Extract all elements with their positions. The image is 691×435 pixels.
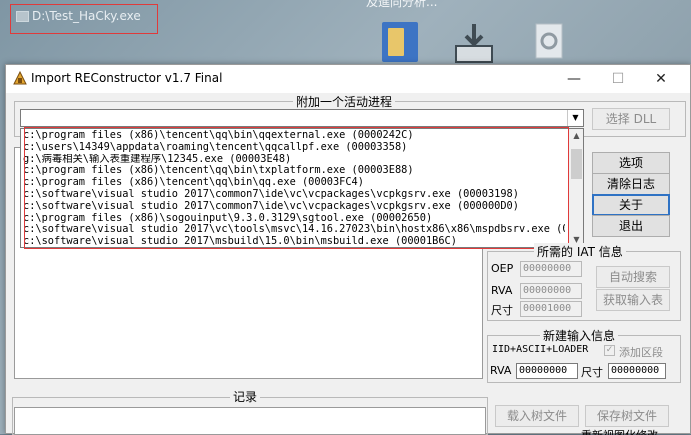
auto-search-button[interactable]: 自动搜索	[596, 266, 670, 288]
title-bar[interactable]: Import REConstructor v1.7 Final — ☐ ✕	[6, 65, 690, 93]
process-list-scrollbar[interactable]: ▲ ▼	[568, 129, 583, 247]
folder-icon[interactable]	[382, 22, 418, 62]
scroll-up-icon[interactable]: ▲	[569, 129, 583, 143]
add-section-checkbox[interactable]: ✓	[604, 345, 615, 356]
highlight-box-process-list	[24, 127, 569, 249]
import-mode-label: IID+ASCII+LOADER	[492, 344, 589, 355]
chevron-down-icon[interactable]: ▼	[567, 110, 583, 126]
close-button[interactable]: ✕	[639, 65, 683, 93]
maximize-button[interactable]: ☐	[596, 65, 640, 93]
window-title: Import REConstructor v1.7 Final	[31, 71, 223, 85]
new-rva-field[interactable]: 00000000	[516, 363, 578, 379]
select-dll-button[interactable]: 选择 DLL	[592, 108, 670, 130]
load-tree-button[interactable]: 载入树文件	[495, 405, 579, 427]
highlight-box-title	[10, 4, 158, 34]
attach-process-legend: 附加一个活动进程	[293, 93, 396, 110]
scroll-thumb[interactable]	[571, 149, 582, 179]
iat-rva-label: RVA	[491, 284, 513, 297]
new-import-legend: 新建输入信息	[540, 327, 619, 344]
background-top-text: 及進同分析...	[366, 0, 438, 9]
minimize-button[interactable]: —	[552, 65, 596, 93]
settings-file-icon[interactable]	[534, 22, 564, 60]
download-icon[interactable]	[452, 22, 496, 64]
log-legend: 记录	[230, 388, 261, 405]
new-size-field[interactable]: 00000000	[608, 363, 666, 379]
exit-button[interactable]: 退出	[592, 215, 670, 237]
log-text-area[interactable]	[14, 407, 486, 435]
process-combobox[interactable]: ▼	[20, 109, 584, 127]
iat-size-label: 尺寸	[491, 304, 513, 317]
about-button[interactable]: 关于	[592, 194, 670, 216]
app-icon	[12, 70, 28, 86]
options-button[interactable]: 选项	[592, 152, 670, 174]
iat-rva-field[interactable]: 00000000	[520, 283, 582, 299]
new-rva-label: RVA	[490, 364, 512, 377]
new-size-label: 尺寸	[581, 366, 603, 379]
get-imports-button[interactable]: 获取输入表	[596, 289, 670, 311]
iat-size-field[interactable]: 00001000	[520, 301, 582, 317]
add-section-label: 添加区段	[619, 346, 663, 359]
import-reconstructor-window: Import REConstructor v1.7 Final — ☐ ✕ 附加…	[5, 64, 691, 435]
oep-field[interactable]: 00000000	[520, 261, 582, 277]
oep-label: OEP	[491, 262, 514, 275]
iat-info-legend: 所需的 IAT 信息	[534, 243, 626, 260]
save-tree-button[interactable]: 保存树文件	[585, 405, 669, 427]
clear-log-button[interactable]: 清除日志	[592, 173, 670, 195]
